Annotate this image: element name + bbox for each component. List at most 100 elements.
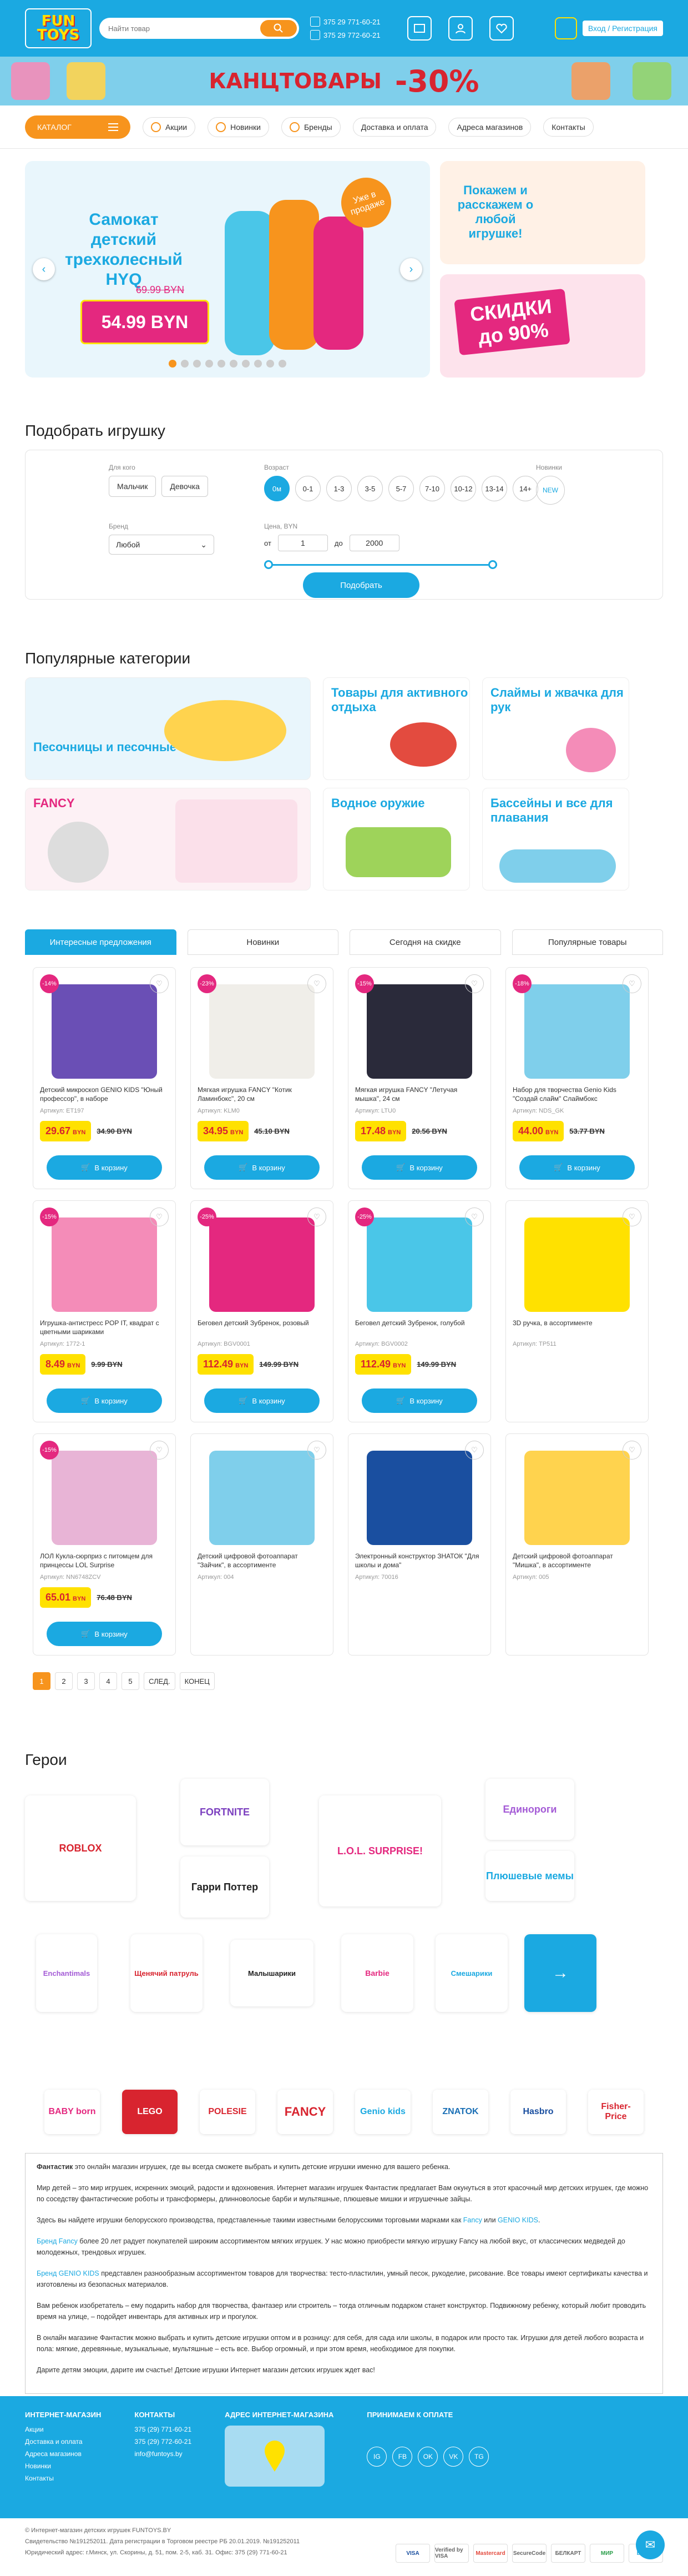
product-name[interactable]: Электронный конструктор ЗНАТОК "Для школ… bbox=[355, 1552, 484, 1572]
promo-banner[interactable]: КАНЦТОВАРЫ -30% bbox=[0, 57, 688, 105]
category-sandboxes[interactable]: Песочницы и песочные наборы bbox=[25, 677, 311, 780]
brand-polesie[interactable]: POLESIE bbox=[200, 2090, 255, 2134]
brand-znatok[interactable]: ZNATOK bbox=[433, 2090, 488, 2134]
age-option[interactable]: 5-7 bbox=[388, 476, 414, 501]
page-next[interactable]: СЛЕД. bbox=[144, 1672, 175, 1690]
footer-link[interactable]: Акции bbox=[25, 2426, 101, 2433]
page-link[interactable]: 4 bbox=[99, 1672, 117, 1690]
nav-delivery[interactable]: Доставка и оплата bbox=[352, 118, 437, 137]
instagram-icon[interactable]: IG bbox=[367, 2447, 387, 2467]
hero-paw-patrol[interactable]: Щенячий патруль bbox=[130, 1934, 203, 2012]
odnoklassniki-icon[interactable]: OK bbox=[418, 2447, 438, 2467]
side-banner-review[interactable]: Покажем и расскажем о любой игрушке! bbox=[440, 161, 645, 264]
product-card[interactable]: -25% ♡ Беговел детский Зубренок, голубой… bbox=[348, 1200, 491, 1422]
chat-button[interactable]: ✉ bbox=[636, 2530, 665, 2559]
nav-new[interactable]: Новинки bbox=[208, 117, 269, 137]
product-image[interactable] bbox=[52, 1451, 157, 1545]
product-card[interactable]: -14% ♡ Детский микроскоп GENIO KIDS "Юны… bbox=[33, 967, 176, 1189]
favorite-button[interactable]: ♡ bbox=[623, 1441, 641, 1460]
page-link[interactable]: 2 bbox=[55, 1672, 73, 1690]
logo[interactable]: FUN TOYS bbox=[25, 8, 92, 48]
price-slider-max-handle[interactable] bbox=[488, 560, 497, 569]
product-name[interactable]: Детский цифровой фотоаппарат "Мишка", в … bbox=[513, 1552, 641, 1572]
gender-boy[interactable]: Мальчик bbox=[109, 476, 156, 497]
category-pools[interactable]: Бассейны и все для плавания bbox=[482, 788, 629, 890]
page-link[interactable]: 1 bbox=[33, 1672, 50, 1690]
slider-dot[interactable] bbox=[266, 360, 274, 368]
page-link[interactable]: 5 bbox=[122, 1672, 139, 1690]
hero-smeshariki[interactable]: Смешарики bbox=[436, 1934, 508, 2012]
phone-1[interactable]: 375 29 771-60-21 bbox=[310, 17, 381, 27]
product-image[interactable] bbox=[209, 984, 315, 1079]
product-name[interactable]: ЛОЛ Кукла-сюрприз с питомцем для принцес… bbox=[40, 1552, 169, 1572]
hero-lol[interactable]: L.O.L. SURPRISE! bbox=[319, 1795, 441, 1906]
product-image[interactable] bbox=[524, 984, 630, 1079]
nav-contacts[interactable]: Контакты bbox=[543, 118, 594, 137]
favorite-button[interactable]: ♡ bbox=[465, 1441, 484, 1460]
add-to-cart-button[interactable]: 🛒 В корзину bbox=[362, 1155, 477, 1180]
brand-lego[interactable]: LEGO bbox=[122, 2090, 178, 2134]
tab-interesting[interactable]: Интересные предложения bbox=[25, 929, 176, 955]
favorite-button[interactable]: ♡ bbox=[465, 974, 484, 993]
favorite-button[interactable]: ♡ bbox=[307, 1441, 326, 1460]
product-name[interactable]: Беговел детский Зубренок, голубой bbox=[355, 1319, 484, 1339]
brand-hasbro[interactable]: Hasbro bbox=[510, 2090, 566, 2134]
price-to-input[interactable]: 2000 bbox=[349, 535, 399, 551]
price-from-input[interactable]: 1 bbox=[277, 535, 328, 551]
search-button[interactable] bbox=[260, 20, 297, 37]
brand-genio-kids[interactable]: Genio kids bbox=[355, 2090, 411, 2134]
nav-sales[interactable]: Акции bbox=[143, 117, 196, 137]
footer-link[interactable]: Контакты bbox=[25, 2474, 101, 2482]
product-card[interactable]: ♡ Детский цифровой фотоаппарат "Мишка", … bbox=[505, 1433, 649, 1656]
favorites-button[interactable] bbox=[489, 16, 514, 41]
age-option[interactable]: 0-1 bbox=[295, 476, 321, 501]
new-toggle[interactable]: NEW bbox=[536, 476, 565, 505]
hero-fortnite[interactable]: FORTNITE bbox=[180, 1779, 269, 1845]
favorite-button[interactable]: ♡ bbox=[150, 974, 169, 993]
hero-barbie[interactable]: Barbie bbox=[341, 1934, 413, 2012]
product-name[interactable]: Мягкая игрушка FANCY "Котик Ламинбокс", … bbox=[198, 1085, 326, 1105]
basket-button[interactable] bbox=[554, 17, 577, 39]
price-slider[interactable] bbox=[264, 559, 497, 570]
slider-dot[interactable] bbox=[217, 360, 225, 368]
telegram-icon[interactable]: TG bbox=[469, 2447, 489, 2467]
search-input[interactable] bbox=[108, 24, 260, 33]
age-option[interactable]: 1-3 bbox=[326, 476, 352, 501]
product-image[interactable] bbox=[524, 1217, 630, 1312]
product-card[interactable]: -25% ♡ Беговел детский Зубренок, розовый… bbox=[190, 1200, 333, 1422]
product-card[interactable]: -23% ♡ Мягкая игрушка FANCY "Котик Ламин… bbox=[190, 967, 333, 1189]
hero-enchantimals[interactable]: Enchantimals bbox=[36, 1934, 97, 2012]
favorite-button[interactable]: ♡ bbox=[307, 1208, 326, 1226]
brand-baby-born[interactable]: BABY born bbox=[44, 2090, 100, 2134]
category-outdoor[interactable]: Товары для активного отдыха bbox=[323, 677, 470, 780]
login-link[interactable]: Вход / Регистрация bbox=[582, 21, 663, 36]
favorite-button[interactable]: ♡ bbox=[307, 974, 326, 993]
product-card[interactable]: -15% ♡ Мягкая игрушка FANCY "Летучая мыш… bbox=[348, 967, 491, 1189]
footer-map[interactable] bbox=[225, 2426, 325, 2487]
vk-icon[interactable]: VK bbox=[443, 2447, 464, 2467]
gender-girl[interactable]: Девочка bbox=[161, 476, 208, 497]
account-button[interactable] bbox=[448, 16, 473, 41]
price-slider-min-handle[interactable] bbox=[264, 560, 273, 569]
hero-unicorns[interactable]: Единороги bbox=[485, 1779, 574, 1840]
product-card[interactable]: -18% ♡ Набор для творчества Genio Kids "… bbox=[505, 967, 649, 1189]
slider-dot[interactable] bbox=[205, 360, 213, 368]
slider-dot[interactable] bbox=[230, 360, 237, 368]
product-card[interactable]: ♡ Детский цифровой фотоаппарат "Зайчик",… bbox=[190, 1433, 333, 1656]
age-option[interactable]: 0м bbox=[264, 476, 290, 501]
brand-select[interactable]: Любой ⌄ bbox=[109, 535, 214, 555]
pick-button[interactable]: Подобрать bbox=[303, 572, 419, 598]
tab-new[interactable]: Новинки bbox=[187, 929, 338, 955]
slider-dot[interactable] bbox=[193, 360, 201, 368]
age-option[interactable]: 7-10 bbox=[419, 476, 445, 501]
footer-link[interactable]: Новинки bbox=[25, 2462, 101, 2470]
add-to-cart-button[interactable]: 🛒 В корзину bbox=[204, 1155, 320, 1180]
age-option[interactable]: 13-14 bbox=[482, 476, 507, 501]
map-button[interactable] bbox=[407, 16, 432, 41]
footer-email[interactable]: info@funtoys.by bbox=[134, 2450, 191, 2458]
product-card[interactable]: ♡ Электронный конструктор ЗНАТОК "Для шк… bbox=[348, 1433, 491, 1656]
product-name[interactable]: Беговел детский Зубренок, розовый bbox=[198, 1319, 326, 1339]
slider-dot[interactable] bbox=[169, 360, 176, 368]
category-slime[interactable]: Слаймы и жвачка для рук bbox=[482, 677, 629, 780]
slider-prev-button[interactable]: ‹ bbox=[33, 258, 55, 280]
